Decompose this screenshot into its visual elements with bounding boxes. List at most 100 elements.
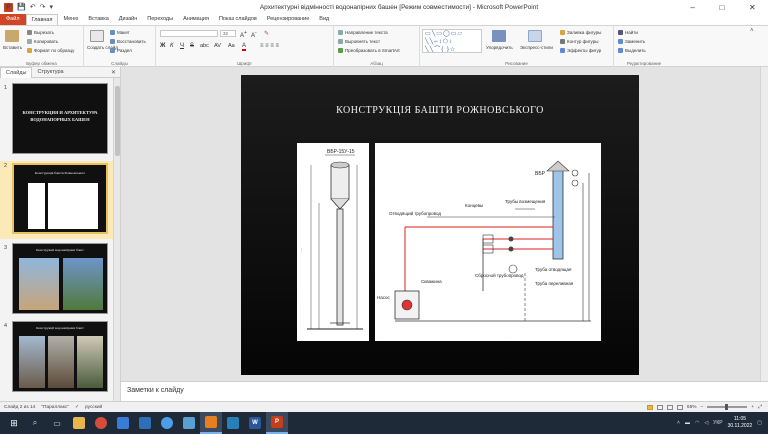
smartart-button[interactable]: Преобразовать в SmartArt bbox=[338, 48, 400, 54]
section-button[interactable]: Раздел bbox=[110, 48, 132, 54]
sorter-view-button[interactable] bbox=[656, 404, 663, 410]
new-slide-icon[interactable] bbox=[90, 30, 104, 42]
close-panel-icon[interactable]: ✕ bbox=[111, 69, 116, 76]
slideshow-button[interactable] bbox=[676, 404, 683, 410]
slide-thumbnail-3[interactable]: 3 Конструкції водонапірних башт bbox=[0, 243, 114, 317]
tab-review[interactable]: Рецензирование bbox=[262, 14, 314, 25]
bold-button[interactable]: Ж bbox=[160, 43, 165, 49]
app-icon-5[interactable] bbox=[200, 412, 222, 434]
save-icon[interactable]: 💾 bbox=[17, 3, 26, 11]
select-button[interactable]: Выделить bbox=[618, 48, 646, 54]
customize-qat-icon[interactable]: ▾ bbox=[49, 3, 53, 11]
font-size-field[interactable]: 32 bbox=[220, 30, 236, 37]
close-button[interactable]: ✕ bbox=[749, 3, 756, 12]
tab-outline[interactable]: Структура bbox=[32, 67, 68, 78]
shapes-gallery[interactable]: ▭╲▭◯▭▱ ╲╲⌐↕⬠↕ ╲╲⌒{ }☆ bbox=[422, 29, 482, 53]
normal-view-button[interactable] bbox=[646, 404, 653, 410]
app-icon-2[interactable] bbox=[134, 412, 156, 434]
copy-button[interactable]: Копировать bbox=[27, 39, 58, 45]
align-text-button[interactable]: Выровнять текст bbox=[338, 39, 380, 45]
undo-icon[interactable]: ↶ bbox=[30, 3, 36, 11]
slide-thumbnail-1[interactable]: 1 КОНСТРУКЦИЯ И АРХИТЕКТУРА ВОДОНАПОРНЫХ… bbox=[0, 83, 114, 157]
tab-insert[interactable]: Вставка bbox=[83, 14, 113, 25]
collapse-ribbon-icon[interactable]: ˄ bbox=[750, 28, 754, 34]
format-painter-button[interactable]: Формат по образцу bbox=[27, 48, 74, 54]
font-name-field[interactable] bbox=[160, 30, 218, 37]
app-icon-4[interactable] bbox=[178, 412, 200, 434]
layout-button[interactable]: Макет bbox=[110, 30, 130, 36]
file-explorer-icon[interactable] bbox=[68, 412, 90, 434]
slide-thumbnail-2[interactable]: 2 Конструкція башти Рожновського bbox=[0, 161, 114, 239]
minimize-button[interactable]: – bbox=[690, 3, 694, 12]
app-icon-3[interactable] bbox=[156, 412, 178, 434]
tab-view[interactable]: Вид bbox=[314, 14, 334, 25]
panel-scrollbar[interactable] bbox=[113, 78, 120, 401]
tab-slides[interactable]: Слайды bbox=[0, 66, 33, 78]
start-button[interactable]: ⊞ bbox=[4, 418, 24, 429]
volume-icon[interactable]: ◁ bbox=[704, 420, 708, 426]
network-icon[interactable]: ▬ bbox=[685, 420, 690, 426]
fit-slide-icon[interactable]: ⤢ bbox=[758, 404, 762, 410]
tab-animations[interactable]: Анимация bbox=[178, 14, 214, 25]
tab-slideshow[interactable]: Показ слайдов bbox=[214, 14, 262, 25]
current-slide[interactable]: КОНСТРУКЦІЯ БАШТИ РОЖНОВСЬКОГО ВБР-15У-1… bbox=[241, 75, 639, 375]
maximize-button[interactable]: □ bbox=[719, 3, 724, 12]
chrome-icon[interactable] bbox=[90, 412, 112, 434]
tab-design[interactable]: Дизайн bbox=[114, 14, 143, 25]
app-icon-1[interactable] bbox=[112, 412, 134, 434]
clock[interactable]: 11:05 30.11.2022 bbox=[728, 416, 753, 430]
clear-format-button[interactable]: ✎ bbox=[264, 30, 269, 37]
shape-effects-button[interactable]: Эффекты фигур bbox=[560, 48, 601, 54]
shape-outline-button[interactable]: Контур фигуры bbox=[560, 39, 598, 45]
shape-fill-button[interactable]: Заливка фигуры bbox=[560, 30, 601, 36]
reading-view-button[interactable] bbox=[666, 404, 673, 410]
shrink-font-button[interactable]: A- bbox=[251, 30, 257, 39]
grow-font-button[interactable]: A+ bbox=[240, 30, 247, 39]
spellcheck-icon[interactable]: ✓ bbox=[75, 405, 79, 410]
zoom-in-icon[interactable]: + bbox=[751, 405, 754, 410]
arrange-icon[interactable] bbox=[492, 30, 506, 42]
text-direction-button[interactable]: Направление текста bbox=[338, 30, 388, 36]
zoom-out-icon[interactable]: − bbox=[701, 405, 704, 410]
zoom-level[interactable]: 65% bbox=[687, 405, 697, 410]
find-button[interactable]: Найти bbox=[618, 30, 638, 36]
keyboard-language[interactable]: УКР bbox=[713, 420, 722, 426]
app-icon-6[interactable] bbox=[222, 412, 244, 434]
reset-button[interactable]: Восстановить bbox=[110, 39, 146, 45]
redo-icon[interactable]: ↷ bbox=[40, 3, 46, 11]
underline-button[interactable]: Ч bbox=[180, 43, 184, 49]
tab-home[interactable]: Главная bbox=[25, 14, 59, 25]
tab-transitions[interactable]: Переходы bbox=[142, 14, 178, 25]
tab-file[interactable]: Файл bbox=[0, 14, 26, 25]
zoom-slider[interactable] bbox=[707, 404, 748, 410]
chevron-up-icon[interactable]: ˄ bbox=[677, 420, 680, 426]
paste-button[interactable]: Вставить bbox=[3, 45, 22, 50]
language-indicator[interactable]: русский bbox=[85, 405, 102, 410]
arrange-button[interactable]: Упорядочить bbox=[486, 45, 513, 50]
align-buttons[interactable]: ≡ ≡ ≡ ≡ bbox=[260, 43, 279, 49]
quick-styles-icon[interactable] bbox=[528, 30, 542, 42]
powerpoint-taskbar-icon[interactable]: P bbox=[266, 412, 288, 434]
task-view-icon[interactable]: ▭ bbox=[46, 412, 68, 434]
spacing-button[interactable]: AV bbox=[214, 43, 221, 49]
quick-styles-button[interactable]: Экспресс-стили bbox=[520, 45, 553, 50]
wifi-icon[interactable]: ◠ bbox=[695, 420, 699, 426]
italic-button[interactable]: К bbox=[170, 43, 174, 49]
editor-scrollbar[interactable] bbox=[760, 67, 768, 381]
font-color-button[interactable]: A bbox=[242, 43, 247, 51]
slide-thumbnail-4[interactable]: 4 Конструкції водонапірних башт bbox=[0, 321, 114, 395]
notes-pane[interactable]: Заметки к слайду bbox=[121, 381, 768, 401]
notifications-icon[interactable]: ▢ bbox=[757, 420, 762, 426]
powerpoint-icon[interactable]: P bbox=[4, 2, 13, 12]
tower-drawing-image[interactable]: ВБР-15У-15 ···· bbox=[297, 143, 369, 341]
slide-title[interactable]: КОНСТРУКЦІЯ БАШТИ РОЖНОВСЬКОГО bbox=[241, 105, 639, 116]
change-case-button[interactable]: Aa bbox=[228, 43, 235, 49]
replace-button[interactable]: Заменить bbox=[618, 39, 645, 45]
scheme-diagram-image[interactable]: ВБР Отводящий трубопровод Концевы Трубы … bbox=[375, 143, 601, 341]
paste-icon[interactable] bbox=[5, 30, 19, 42]
panel-scroll-thumb[interactable] bbox=[115, 86, 120, 156]
shadow-button[interactable]: abc bbox=[200, 43, 209, 49]
strike-button[interactable]: S bbox=[190, 43, 194, 49]
tab-menu[interactable]: Меню bbox=[58, 14, 83, 25]
cut-button[interactable]: Вырезать bbox=[27, 30, 54, 36]
